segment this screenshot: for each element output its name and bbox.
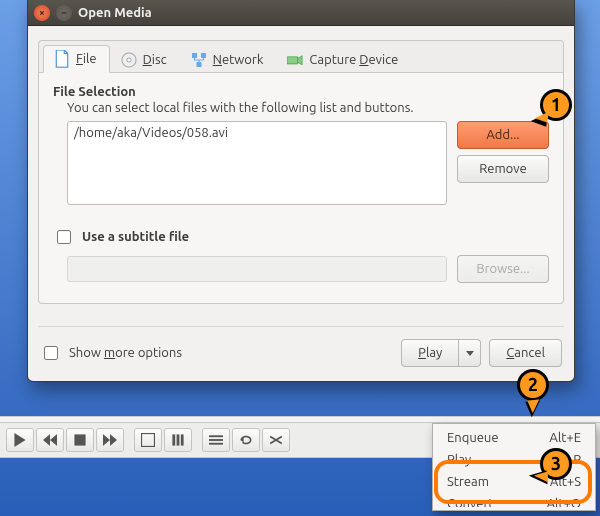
stop-button[interactable] — [66, 428, 94, 452]
menu-label: Convert — [447, 497, 494, 503]
extended-settings-button[interactable] — [164, 428, 192, 452]
tab-label: Capture Device — [309, 53, 398, 67]
use-subtitle-label: Use a subtitle file — [82, 230, 189, 244]
menu-item-enqueue[interactable]: Enqueue Alt+E — [433, 427, 595, 449]
tabs-container: File Disc Network — [38, 40, 564, 304]
menu-label: Play — [447, 453, 471, 467]
subtitle-browse-button: Browse... — [457, 255, 549, 283]
file-selection-title: File Selection — [53, 85, 549, 99]
network-icon — [191, 52, 207, 68]
window-title: Open Media — [78, 6, 152, 20]
capture-device-icon — [287, 52, 303, 68]
shuffle-button[interactable] — [262, 428, 290, 452]
menu-accel: Alt+E — [549, 431, 581, 445]
window-close-button[interactable]: × — [34, 5, 50, 21]
dialog-footer: Show more options Play Cancel — [28, 327, 574, 381]
disc-icon — [121, 52, 137, 68]
file-list[interactable]: /home/aka/Videos/058.avi — [67, 121, 447, 205]
play-button-main[interactable]: Play — [401, 339, 459, 367]
file-list-item[interactable]: /home/aka/Videos/058.avi — [74, 126, 440, 140]
play-button[interactable] — [6, 428, 34, 452]
menu-item-stream[interactable]: Stream Alt+S — [433, 471, 595, 493]
subtitle-path-input — [67, 256, 447, 282]
open-media-dialog: × – Open Media File Disc — [27, 0, 575, 382]
use-subtitle-checkbox[interactable] — [57, 230, 71, 244]
menu-label: Stream — [447, 475, 489, 489]
tab-label: Network — [213, 53, 264, 67]
next-track-button[interactable] — [96, 428, 124, 452]
file-icon — [54, 51, 70, 67]
tab-network[interactable]: Network — [180, 46, 277, 73]
file-selection-desc: You can select local files with the foll… — [67, 101, 549, 115]
tab-capture-device[interactable]: Capture Device — [276, 46, 411, 73]
callout-1: 1 — [540, 89, 572, 121]
playlist-button[interactable] — [202, 428, 230, 452]
prev-track-button[interactable] — [36, 428, 64, 452]
menu-item-convert[interactable]: Convert Alt+O — [433, 493, 595, 507]
tab-file[interactable]: File — [43, 45, 110, 73]
remove-button[interactable]: Remove — [457, 155, 549, 183]
play-split-button: Play — [401, 339, 481, 367]
play-dropdown-button[interactable] — [459, 339, 481, 367]
chevron-down-icon — [466, 351, 474, 356]
tab-row: File Disc Network — [39, 41, 563, 73]
menu-accel: Alt+O — [547, 497, 581, 503]
tab-label: File — [76, 52, 97, 66]
cancel-button[interactable]: Cancel — [489, 339, 562, 367]
tab-disc[interactable]: Disc — [110, 46, 180, 73]
file-panel: File Selection You can select local file… — [39, 73, 563, 303]
window-minimize-button[interactable]: – — [56, 5, 72, 21]
show-more-options-label: Show more options — [69, 346, 182, 360]
titlebar[interactable]: × – Open Media — [28, 0, 574, 26]
show-more-options-row[interactable]: Show more options — [40, 343, 182, 363]
loop-button[interactable] — [232, 428, 260, 452]
callout-2: 2 — [517, 369, 549, 401]
tab-label: Disc — [143, 53, 167, 67]
show-more-options-checkbox[interactable] — [44, 346, 58, 360]
menu-label: Enqueue — [447, 431, 499, 445]
fullscreen-button[interactable] — [134, 428, 162, 452]
callout-3: 3 — [540, 448, 572, 480]
use-subtitle-row[interactable]: Use a subtitle file — [53, 227, 549, 247]
